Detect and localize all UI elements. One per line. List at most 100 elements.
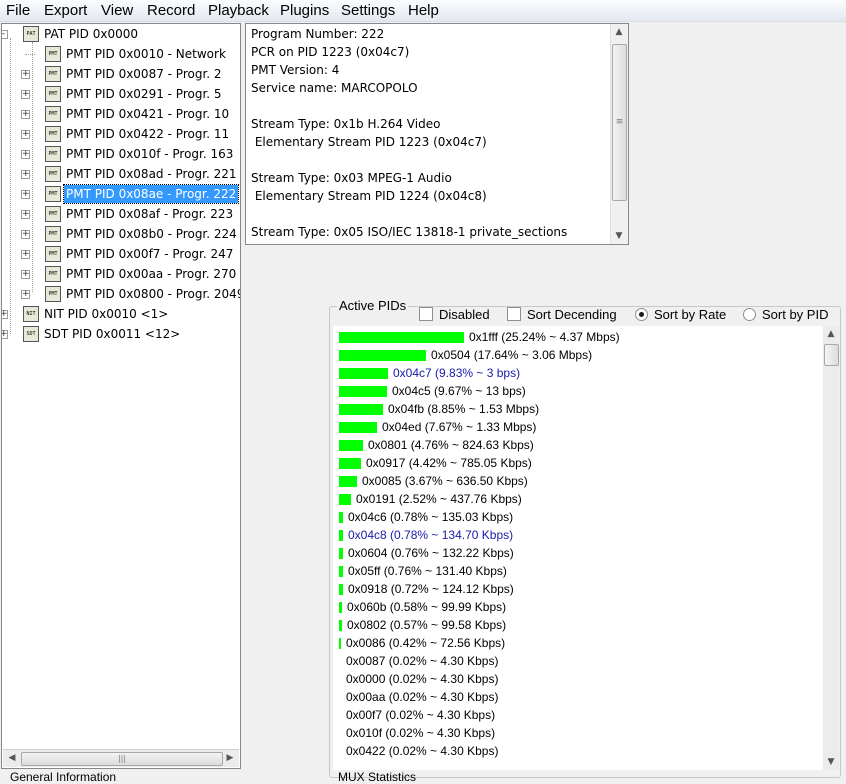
- tree-node[interactable]: + PMT PMT PID 0x0422 - Progr. 11: [2, 125, 240, 143]
- expand-icon[interactable]: +: [21, 110, 30, 119]
- pid-row[interactable]: 0x0086 (0.42% ~ 72.56 Kbps): [333, 635, 823, 653]
- active-pids-list[interactable]: 0x1fff (25.24% ~ 4.37 Mbps) 0x0504 (17.64…: [333, 326, 823, 770]
- tree-node-label: NIT PID 0x0010 <1>: [44, 307, 169, 321]
- pid-tree[interactable]: ◀ ||| ▶ - PAT PAT PID 0x0000 PMT PMT PID 0x0…: [1, 23, 241, 769]
- menu-export[interactable]: Export: [44, 2, 87, 19]
- tree-node[interactable]: + PMT PMT PID 0x08ad - Progr. 221: [2, 165, 240, 183]
- expand-icon[interactable]: +: [21, 290, 30, 299]
- pid-row[interactable]: 0x0802 (0.57% ~ 99.58 Kbps): [333, 617, 823, 635]
- expand-icon[interactable]: +: [21, 130, 30, 139]
- pid-row[interactable]: 0x0000 (0.02% ~ 4.30 Kbps): [333, 671, 823, 689]
- pid-row[interactable]: 0x00aa (0.02% ~ 4.30 Kbps): [333, 689, 823, 707]
- expand-icon[interactable]: +: [21, 70, 30, 79]
- menu-view[interactable]: View: [101, 2, 133, 19]
- disabled-checkbox[interactable]: Disabled: [419, 307, 490, 322]
- tree-node[interactable]: + PMT PMT PID 0x010f - Progr. 163: [2, 145, 240, 163]
- tree-node[interactable]: + SDT SDT PID 0x0011 <12>: [2, 325, 240, 343]
- tree-node[interactable]: PMT PMT PID 0x0010 - Network: [2, 45, 240, 63]
- pid-row[interactable]: 0x1fff (25.24% ~ 4.37 Mbps): [333, 329, 823, 347]
- pid-row[interactable]: 0x0422 (0.02% ~ 4.30 Kbps): [333, 743, 823, 761]
- pid-row[interactable]: 0x05ff (0.76% ~ 131.40 Kbps): [333, 563, 823, 581]
- tree-node[interactable]: + PMT PMT PID 0x0421 - Progr. 10: [2, 105, 240, 123]
- tree-node[interactable]: + PMT PMT PID 0x08ae - Progr. 222: [2, 184, 240, 204]
- menu-help[interactable]: Help: [408, 2, 439, 19]
- sort-by-pid-radio[interactable]: Sort by PID: [743, 307, 828, 322]
- pid-row[interactable]: 0x04c5 (9.67% ~ 13 bps): [333, 383, 823, 401]
- collapse-icon[interactable]: -: [2, 30, 8, 39]
- tree-node[interactable]: + NIT NIT PID 0x0010 <1>: [2, 305, 240, 323]
- scroll-up-icon[interactable]: ▲: [611, 24, 627, 40]
- scroll-thumb[interactable]: ≡: [612, 44, 627, 201]
- expand-icon[interactable]: +: [21, 150, 30, 159]
- menu-settings[interactable]: Settings: [341, 2, 395, 19]
- pid-rate-label: 0x04c6 (0.78% ~ 135.03 Kbps): [348, 510, 514, 524]
- expand-icon[interactable]: +: [21, 250, 30, 259]
- tab-general-information[interactable]: General Information: [10, 770, 116, 784]
- pid-rate-label: 0x060b (0.58% ~ 99.99 Kbps): [347, 600, 507, 614]
- scroll-down-icon[interactable]: ▼: [611, 228, 627, 244]
- pid-row[interactable]: 0x04ed (7.67% ~ 1.33 Mbps): [333, 419, 823, 437]
- tree-node[interactable]: - PAT PAT PID 0x0000: [2, 25, 240, 43]
- pid-row[interactable]: 0x0504 (17.64% ~ 3.06 Mbps): [333, 347, 823, 365]
- radio-dot[interactable]: [743, 308, 756, 321]
- menu-file[interactable]: File: [6, 2, 30, 19]
- pid-rate-label: 0x0087 (0.02% ~ 4.30 Kbps): [346, 654, 499, 668]
- menu-playback[interactable]: Playback: [208, 2, 269, 19]
- scroll-left-icon[interactable]: ◀: [4, 750, 20, 766]
- checkbox-box[interactable]: [507, 307, 521, 321]
- scroll-down-icon[interactable]: ▼: [823, 754, 839, 770]
- tree-horizontal-scrollbar[interactable]: ◀ ||| ▶: [3, 749, 239, 767]
- tree-node[interactable]: + PMT PMT PID 0x08af - Progr. 223: [2, 205, 240, 223]
- sort-decending-checkbox[interactable]: Sort Decending: [507, 307, 617, 322]
- scroll-thumb[interactable]: |||: [21, 752, 223, 766]
- tab-mux-statistics[interactable]: MUX Statistics: [338, 770, 416, 784]
- expand-icon[interactable]: +: [21, 230, 30, 239]
- sort-by-rate-radio[interactable]: Sort by Rate: [635, 307, 726, 322]
- radio-dot[interactable]: [635, 308, 648, 321]
- info-line: Stream Type: 0x1b H.264 Video: [251, 117, 441, 131]
- tree-node[interactable]: + PMT PMT PID 0x0800 - Progr. 2049: [2, 285, 240, 303]
- tree-node-label: PMT PID 0x08ad - Progr. 221: [66, 167, 237, 181]
- pid-row[interactable]: 0x04c7 (9.83% ~ 3 bps): [333, 365, 823, 383]
- pmt-table-icon: PMT: [45, 66, 61, 82]
- scroll-thumb[interactable]: [824, 344, 839, 366]
- tree-node[interactable]: + PMT PMT PID 0x0087 - Progr. 2: [2, 65, 240, 83]
- rate-bar: [339, 350, 426, 361]
- pid-row[interactable]: 0x060b (0.58% ~ 99.99 Kbps): [333, 599, 823, 617]
- menu-record[interactable]: Record: [147, 2, 195, 19]
- pid-row[interactable]: 0x04fb (8.85% ~ 1.53 Mbps): [333, 401, 823, 419]
- expand-icon[interactable]: +: [21, 90, 30, 99]
- expand-icon[interactable]: +: [21, 170, 30, 179]
- pid-row[interactable]: 0x0087 (0.02% ~ 4.30 Kbps): [333, 653, 823, 671]
- pid-rate-label: 0x0085 (3.67% ~ 636.50 Kbps): [362, 474, 528, 488]
- expand-icon[interactable]: +: [21, 210, 30, 219]
- expand-icon[interactable]: +: [21, 190, 30, 199]
- pid-row[interactable]: 0x0604 (0.76% ~ 132.22 Kbps): [333, 545, 823, 563]
- pid-row[interactable]: 0x010f (0.02% ~ 4.30 Kbps): [333, 725, 823, 743]
- pid-row[interactable]: 0x0918 (0.72% ~ 124.12 Kbps): [333, 581, 823, 599]
- pid-row[interactable]: 0x00f7 (0.02% ~ 4.30 Kbps): [333, 707, 823, 725]
- tree-node[interactable]: + PMT PMT PID 0x0291 - Progr. 5: [2, 85, 240, 103]
- pid-row[interactable]: 0x04c6 (0.78% ~ 135.03 Kbps): [333, 509, 823, 527]
- expand-icon[interactable]: +: [21, 270, 30, 279]
- menu-plugins[interactable]: Plugins: [280, 2, 329, 19]
- scroll-right-icon[interactable]: ▶: [222, 750, 238, 766]
- tree-node[interactable]: + PMT PMT PID 0x00f7 - Progr. 247: [2, 245, 240, 263]
- pid-row[interactable]: 0x0917 (4.42% ~ 785.05 Kbps): [333, 455, 823, 473]
- tree-node[interactable]: + PMT PMT PID 0x00aa - Progr. 270: [2, 265, 240, 283]
- pid-rate-label: 0x04fb (8.85% ~ 1.53 Mbps): [388, 402, 540, 416]
- pid-row[interactable]: 0x04c8 (0.78% ~ 134.70 Kbps): [333, 527, 823, 545]
- expand-icon[interactable]: +: [2, 330, 8, 339]
- info-vertical-scrollbar[interactable]: ▲ ≡ ▼: [610, 24, 628, 244]
- expand-icon[interactable]: +: [2, 310, 8, 319]
- pids-vertical-scrollbar[interactable]: ▲ ▼: [823, 326, 839, 770]
- pid-rate-label: 0x04ed (7.67% ~ 1.33 Mbps): [382, 420, 537, 434]
- pid-row[interactable]: 0x0191 (2.52% ~ 437.76 Kbps): [333, 491, 823, 509]
- pid-row[interactable]: 0x0801 (4.76% ~ 824.63 Kbps): [333, 437, 823, 455]
- scroll-up-icon[interactable]: ▲: [823, 326, 839, 342]
- checkbox-box[interactable]: [419, 307, 433, 321]
- pmt-table-icon: PMT: [45, 286, 61, 302]
- tree-node[interactable]: + PMT PMT PID 0x08b0 - Progr. 224: [2, 225, 240, 243]
- pid-row[interactable]: 0x0085 (3.67% ~ 636.50 Kbps): [333, 473, 823, 491]
- pid-rate-label: 0x00aa (0.02% ~ 4.30 Kbps): [346, 690, 499, 704]
